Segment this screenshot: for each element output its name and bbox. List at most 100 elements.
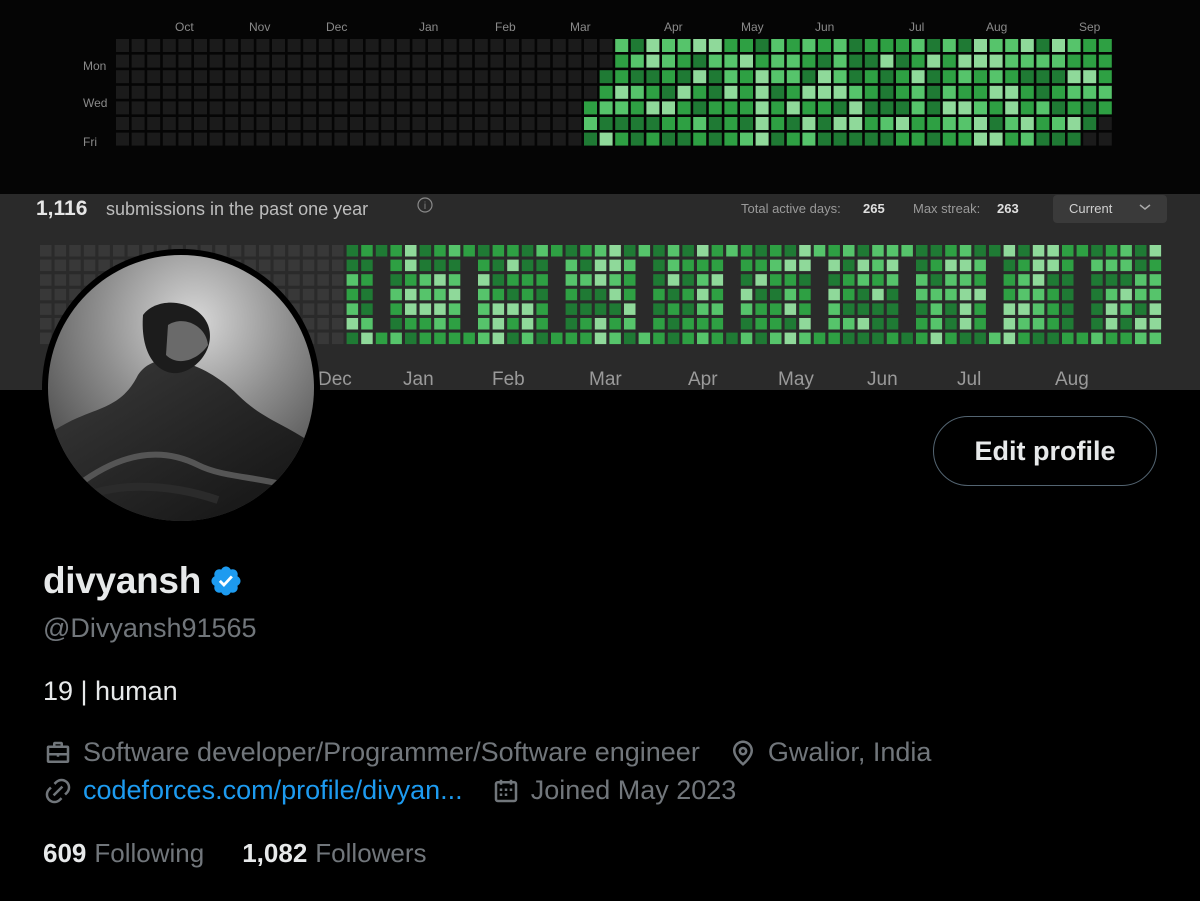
contribution-cell <box>740 274 753 286</box>
contribution-cell <box>693 101 707 115</box>
contribution-cell <box>287 132 301 146</box>
contribution-cell <box>459 54 473 68</box>
contribution-cell <box>724 54 738 68</box>
contribution-cell <box>302 259 315 272</box>
contribution-cell <box>677 54 691 68</box>
contribution-cell <box>1032 303 1045 315</box>
contribution-cell <box>1067 132 1081 146</box>
contribution-cell <box>1052 117 1065 130</box>
contribution-cell <box>726 259 738 272</box>
contribution-cell <box>1083 54 1097 68</box>
contribution-cell <box>945 303 957 315</box>
contribution-cell <box>434 259 446 272</box>
avatar-image <box>48 255 314 521</box>
contribution-cell <box>594 274 607 286</box>
website-link[interactable]: codeforces.com/profile/divyan... <box>83 775 463 806</box>
contribution-cell <box>537 70 551 84</box>
contribution-cell <box>843 318 855 330</box>
contribution-cell <box>864 101 878 115</box>
contribution-cell <box>818 101 831 115</box>
contribution-cell <box>697 274 709 286</box>
contribution-cell <box>682 245 694 257</box>
contribution-cell <box>927 70 941 84</box>
contribution-cell <box>434 245 446 257</box>
contribution-cell <box>178 117 192 130</box>
avatar[interactable] <box>42 249 320 527</box>
contribution-cell <box>662 70 675 84</box>
contribution-cell <box>1135 318 1147 330</box>
contribution-cell <box>1105 259 1118 272</box>
contribution-cell <box>536 303 548 315</box>
contribution-cell <box>552 54 566 68</box>
contribution-cell <box>927 85 941 99</box>
contribution-cell <box>927 132 941 146</box>
contribution-cell <box>833 117 847 130</box>
contribution-cell <box>318 54 332 68</box>
contribution-cell <box>478 245 490 257</box>
contribution-cell <box>506 132 519 146</box>
contribution-cell <box>740 332 753 345</box>
following-link[interactable]: 609 Following <box>43 838 204 869</box>
contribution-cell <box>755 245 767 257</box>
contribution-cell <box>1003 245 1016 257</box>
contribution-cell <box>273 274 286 286</box>
contribution-cell <box>521 70 535 84</box>
contribution-cell <box>930 288 943 301</box>
contribution-cell <box>443 132 457 146</box>
website-item[interactable]: codeforces.com/profile/divyan... <box>43 775 463 806</box>
contribution-cell <box>1062 303 1074 315</box>
contribution-cell <box>580 332 592 345</box>
contribution-cell <box>375 318 388 330</box>
contribution-cell <box>209 85 223 99</box>
contribution-cell <box>272 132 285 146</box>
contribution-cell <box>521 85 535 99</box>
month-label: May <box>778 369 814 390</box>
contribution-cell <box>1018 332 1030 345</box>
contribution-cell <box>1120 259 1132 272</box>
contribution-cell <box>434 303 446 315</box>
contribution-cell <box>552 101 566 115</box>
contribution-cell <box>974 70 987 84</box>
profession-item: Software developer/Programmer/Software e… <box>43 737 700 768</box>
contribution-cell <box>880 54 894 68</box>
contribution-cell <box>1036 117 1050 130</box>
contribution-cell <box>448 318 461 330</box>
verified-badge-icon[interactable] <box>209 564 243 598</box>
contribution-cell <box>178 132 192 146</box>
contribution-cell <box>552 85 566 99</box>
contribution-cell <box>419 288 432 301</box>
contribution-cell <box>365 117 379 130</box>
contribution-cell <box>317 332 329 345</box>
contribution-cell <box>708 54 722 68</box>
contribution-cell <box>896 54 909 68</box>
contribution-cell <box>857 332 870 345</box>
period-select-value: Current <box>1069 201 1113 216</box>
contribution-cell <box>989 117 1003 130</box>
calendar-icon <box>494 779 517 802</box>
contribution-cell <box>770 318 782 330</box>
contribution-cell <box>580 259 592 272</box>
contribution-cell <box>624 259 636 272</box>
contribution-cell <box>1052 101 1065 115</box>
contribution-cell <box>771 70 785 84</box>
contribution-cell <box>478 288 490 301</box>
followers-link[interactable]: 1,082 Followers <box>242 838 426 869</box>
contribution-cell <box>755 132 769 146</box>
edit-profile-button[interactable]: Edit profile <box>933 416 1157 486</box>
contribution-cell <box>40 303 52 315</box>
contribution-cell <box>802 132 816 146</box>
month-label: Jun <box>815 20 834 34</box>
contribution-cell <box>843 259 855 272</box>
month-label: Jan <box>419 20 438 34</box>
contribution-cell <box>332 318 344 330</box>
contribution-cell <box>256 70 270 84</box>
contribution-cell <box>833 132 847 146</box>
contribution-cell <box>989 245 1001 257</box>
contribution-cell <box>288 274 300 286</box>
contribution-cell <box>880 101 894 115</box>
contribution-cell <box>1036 39 1050 52</box>
contribution-cell <box>1052 39 1065 52</box>
contribution-cell <box>40 259 52 272</box>
contribution-cell <box>833 39 847 52</box>
contribution-cell <box>506 101 519 115</box>
